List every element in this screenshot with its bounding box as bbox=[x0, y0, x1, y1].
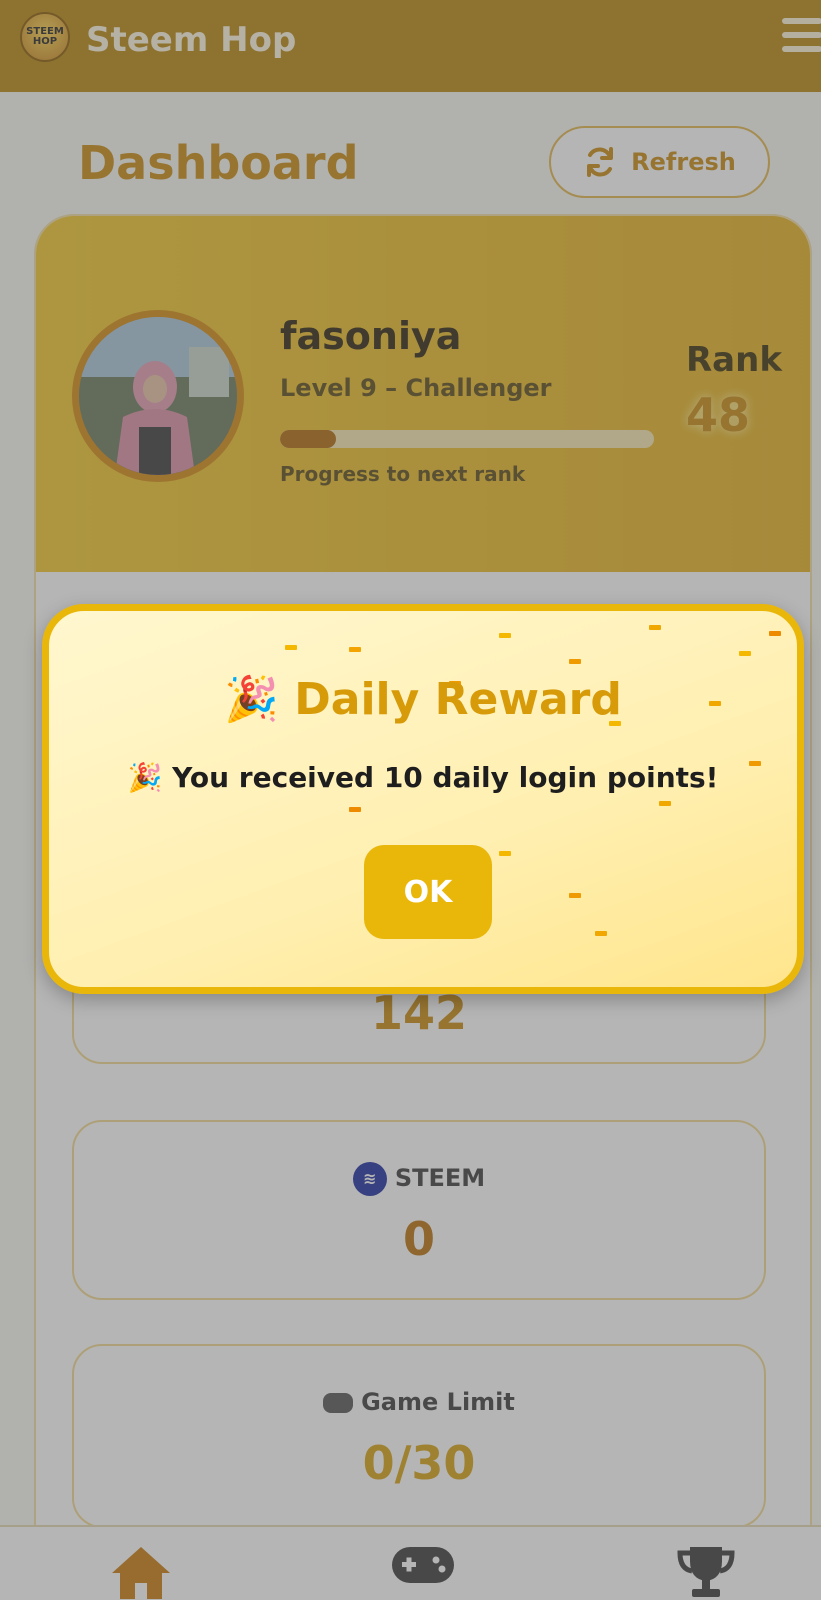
dialog-message: You received 10 daily login points! bbox=[172, 761, 719, 794]
party-popper-icon: 🎉 bbox=[224, 674, 279, 725]
daily-reward-dialog: 🎉 Daily Reward 🎉 You received 10 daily l… bbox=[42, 604, 804, 994]
dialog-title-row: 🎉 Daily Reward bbox=[49, 673, 797, 725]
ok-button[interactable]: OK bbox=[364, 845, 492, 939]
ok-button-label: OK bbox=[403, 874, 453, 910]
dialog-message-row: 🎉 You received 10 daily login points! bbox=[49, 761, 797, 794]
dialog-title: Daily Reward bbox=[294, 674, 622, 725]
party-popper-icon: 🎉 bbox=[127, 761, 163, 794]
